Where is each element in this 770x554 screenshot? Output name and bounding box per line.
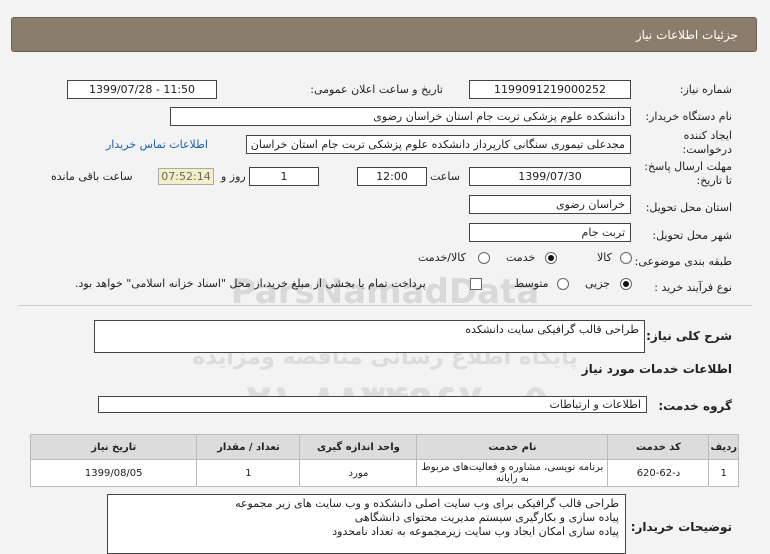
category-goods-service-label: کالا/خدمت (418, 251, 466, 264)
deadline-label-line2: تا تاریخ: (696, 174, 732, 187)
col-service-code: کد خدمت (607, 434, 710, 460)
days-label: روز و (221, 170, 246, 183)
cell-service-code: د-62-620 (607, 459, 710, 487)
header-bar: جزئیات اطلاعات نیاز (11, 17, 757, 52)
creator-label-line2: درخواست: (682, 143, 732, 156)
treasury-payment-checkbox[interactable] (470, 278, 482, 290)
category-goods-service-radio[interactable] (478, 252, 490, 264)
deadline-time-field[interactable]: 12:00 (357, 167, 427, 186)
service-group-label: گروه خدمت: (658, 399, 732, 413)
cell-service-name: برنامه نویسی، مشاوره و فعالیت‌های مربوط … (416, 459, 609, 487)
deadline-time-label: ساعت (430, 170, 460, 183)
cell-need-date: 1399/08/05 (29, 459, 198, 487)
need-number-label: شماره نیاز: (679, 83, 732, 96)
remaining-timer: 07:52:14 (158, 168, 214, 185)
process-medium-label: متوسط (514, 277, 549, 290)
city-field[interactable]: تربت جام (469, 223, 631, 242)
category-label: طبقه بندی موضوعی: (634, 255, 732, 268)
process-medium-radio[interactable] (557, 278, 569, 290)
page-title: جزئیات اطلاعات نیاز (635, 28, 738, 42)
province-label: استان محل تحویل: (645, 201, 732, 214)
cell-quantity: 1 (196, 459, 301, 487)
need-number-field[interactable]: 1199091219000252 (469, 80, 631, 99)
services-table: ردیف کد خدمت نام خدمت واحد اندازه گیری ت… (29, 434, 739, 487)
deadline-label-line1: مهلت ارسال پاسخ: (644, 160, 732, 173)
summary-label: شرح کلی نیاز: (646, 329, 732, 343)
buyer-notes-line: پیاده سازی و بکارگیری سیستم مدیریت محتوا… (354, 511, 619, 524)
deadline-date-field[interactable]: 1399/07/30 (469, 167, 631, 186)
divider (18, 305, 752, 306)
city-label: شهر محل تحویل: (652, 229, 732, 242)
services-section-title: اطلاعات خدمات مورد نیاز (581, 362, 732, 376)
category-service-radio[interactable] (545, 252, 557, 264)
cell-unit: مورد (299, 459, 418, 487)
buyer-notes-line: پیاده سازی امکان ایجاد وب سایت زیرمجموعه… (332, 525, 619, 538)
service-group-field[interactable]: اطلاعات و ارتباطات (98, 396, 647, 413)
process-small-label: جزیی (585, 277, 611, 290)
announce-field[interactable]: 1399/07/28 - 11:50 (67, 80, 217, 99)
col-row-number: ردیف (708, 434, 739, 460)
summary-field[interactable]: طراحی قالب گرافیکی سایت دانشکده (94, 320, 645, 353)
remaining-label: ساعت باقی مانده (51, 170, 133, 183)
announce-label: تاریخ و ساعت اعلان عمومی: (310, 83, 443, 96)
creator-label-line1: ایجاد کننده (683, 129, 732, 142)
creator-field[interactable]: مجدعلی تیموری سنگانی کارپرداز دانشکده عل… (246, 135, 631, 154)
table-header-row: ردیف کد خدمت نام خدمت واحد اندازه گیری ت… (29, 434, 739, 460)
category-goods-label: کالا (597, 251, 612, 264)
buyer-notes-field[interactable]: طراحی قالب گرافیکی برای وب سایت اصلی دان… (107, 494, 626, 554)
buyer-org-label: نام دستگاه خریدار: (645, 110, 732, 123)
category-service-label: خدمت (506, 251, 536, 264)
process-small-radio[interactable] (620, 278, 632, 290)
col-quantity: تعداد / مقدار (196, 434, 301, 460)
buyer-org-field[interactable]: دانشکده علوم پزشکی تربت جام استان خراسان… (170, 107, 631, 126)
days-field[interactable]: 1 (249, 167, 319, 186)
col-need-date: تاریخ نیاز (29, 434, 198, 460)
category-goods-radio[interactable] (620, 252, 632, 264)
buyer-notes-line: طراحی قالب گرافیکی برای وب سایت اصلی دان… (235, 497, 619, 510)
table-row[interactable]: 1 د-62-620 برنامه نویسی، مشاوره و فعالیت… (29, 459, 739, 487)
col-unit: واحد اندازه گیری (299, 434, 418, 460)
process-label: نوع فرآیند خرید : (654, 281, 732, 294)
contact-buyer-link[interactable]: اطلاعات تماس خریدار (106, 138, 208, 151)
col-service-name: نام خدمت (416, 434, 609, 460)
treasury-payment-note: پرداخت تمام یا بخشی از مبلغ خرید،از محل … (75, 277, 426, 290)
province-field[interactable]: خراسان رضوی (469, 195, 631, 214)
buyer-notes-label: توضیحات خریدار: (630, 520, 732, 534)
cell-row-number: 1 (708, 459, 739, 487)
